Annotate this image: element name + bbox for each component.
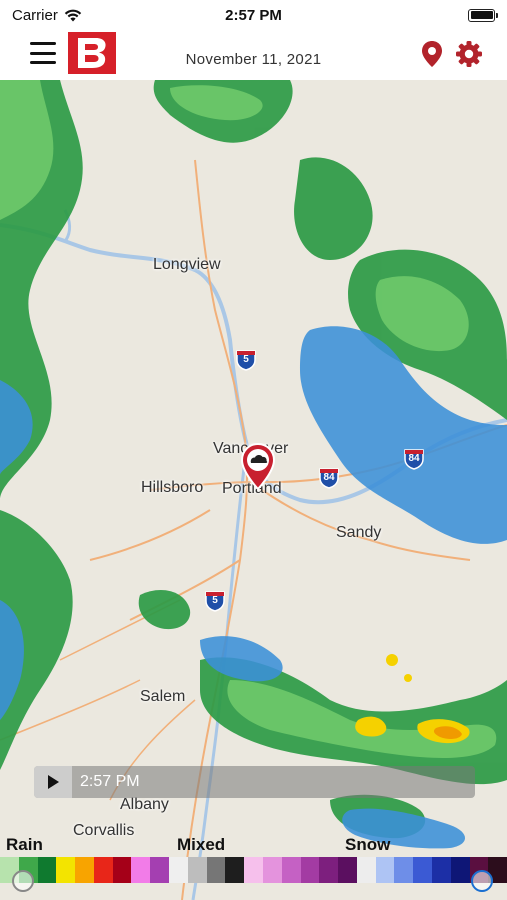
legend-swatch [93, 857, 113, 883]
city-label-albany: Albany [120, 796, 169, 813]
legend-swatch [225, 857, 245, 883]
legend-swatch [75, 857, 94, 883]
legend-swatch [356, 857, 376, 883]
settings-button[interactable] [455, 40, 483, 68]
shield-number: 84 [408, 453, 420, 464]
precip-legend-color-bar [0, 857, 507, 883]
legend-swatch [319, 857, 339, 883]
wifi-icon [64, 9, 82, 21]
gear-icon [456, 41, 482, 67]
app-header: November 11, 2021 [0, 30, 507, 80]
shield-number: 5 [243, 354, 249, 365]
map-control-left[interactable] [12, 870, 34, 892]
shield-number: 5 [212, 595, 218, 606]
radar-map[interactable]: Longview Vancouver Hillsboro Portland Sa… [0, 80, 507, 900]
location-button[interactable] [420, 40, 444, 68]
legend-swatch [394, 857, 414, 883]
legend-swatch [300, 857, 320, 883]
legend-swatch [37, 857, 57, 883]
legend-label-mixed: Mixed [177, 835, 226, 854]
legend-swatch [281, 857, 301, 883]
shield-number: 84 [323, 472, 335, 483]
map-control-right[interactable] [471, 870, 493, 892]
highway-shield-i5-south: 5 [204, 590, 226, 612]
legend-swatch [56, 857, 76, 883]
legend-swatch [375, 857, 395, 883]
legend-swatch [187, 857, 207, 883]
status-left: Carrier [12, 7, 82, 24]
legend-swatch [131, 857, 151, 883]
legend-swatch [150, 857, 170, 883]
legend-swatch [262, 857, 282, 883]
highway-shield-i5-north: 5 [235, 349, 257, 371]
highway-shield-i84-east: 84 [403, 448, 425, 470]
play-icon [48, 775, 59, 789]
battery-icon [468, 8, 498, 22]
city-label-salem: Salem [140, 688, 186, 705]
current-location-pin[interactable] [240, 442, 276, 492]
legend-swatch [431, 857, 451, 883]
legend-swatch [338, 857, 357, 883]
playback-time: 2:57 PM [80, 773, 140, 790]
legend-label-snow: Snow [345, 835, 391, 854]
highway-shield-i84-west: 84 [318, 467, 340, 489]
precip-legend-labels: Rain Mixed Snow [0, 833, 507, 857]
play-button[interactable] [34, 766, 72, 798]
radar-playback-bar[interactable]: 2:57 PM [34, 766, 475, 798]
city-label-hillsboro: Hillsboro [141, 479, 204, 496]
legend-swatch [169, 857, 188, 883]
city-label-longview: Longview [153, 256, 221, 273]
legend-swatch [413, 857, 432, 883]
legend-swatch [450, 857, 470, 883]
legend-label-rain: Rain [6, 835, 43, 854]
status-bar: Carrier 2:57 PM [0, 0, 507, 30]
carrier-label: Carrier [12, 6, 58, 24]
legend-swatch [206, 857, 226, 883]
legend-swatch [112, 857, 132, 883]
city-label-sandy: Sandy [336, 524, 382, 541]
weather-location-marker-icon [240, 442, 276, 491]
legend-swatch [244, 857, 263, 883]
map-pin-icon [422, 41, 442, 67]
